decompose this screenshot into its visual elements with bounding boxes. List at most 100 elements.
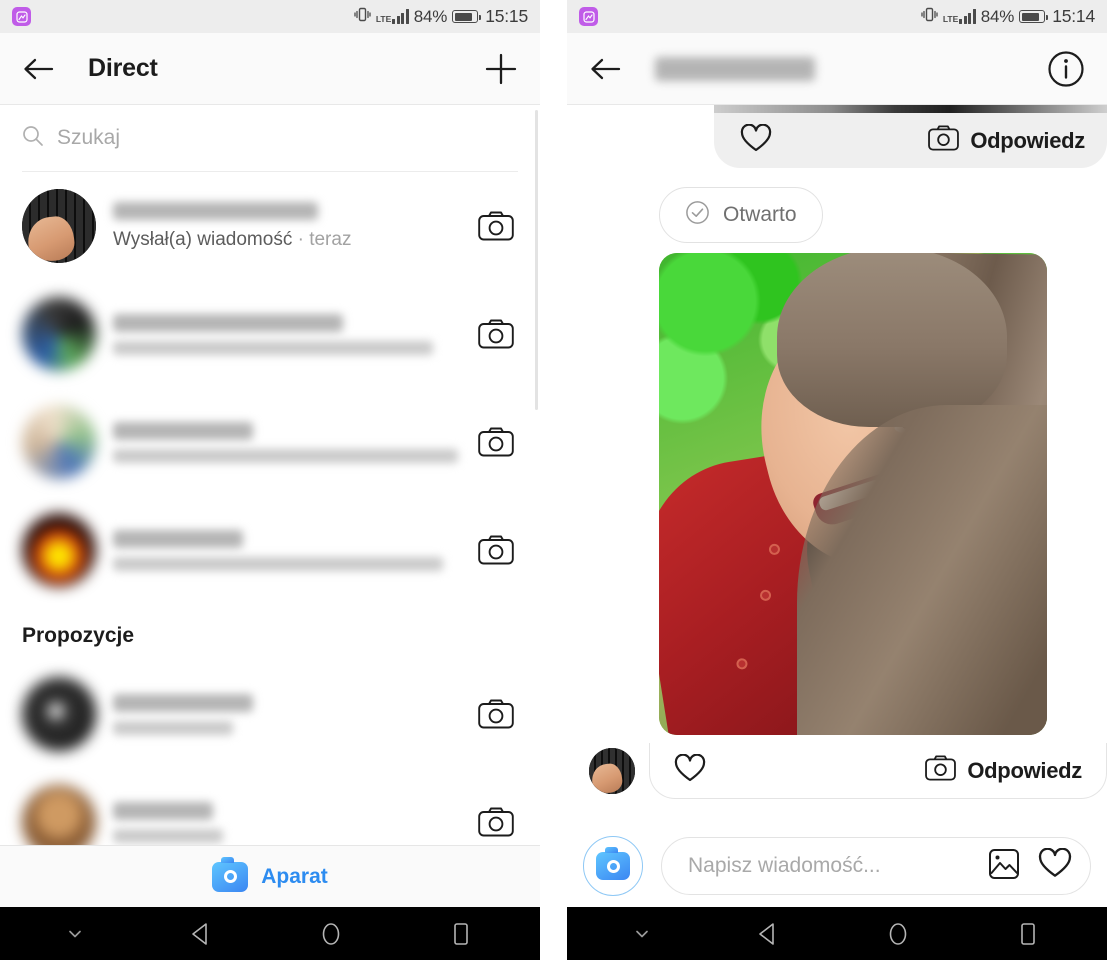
camera-icon-blue [596,847,630,880]
camera-footer-label: Aparat [261,864,328,888]
avatar[interactable] [22,189,96,263]
message-thread: Odpowiedz Otwarto Odpowiedz [567,105,1107,907]
contact-name-redacted [113,201,318,220]
search-icon [22,125,44,152]
vibrate-icon [354,6,371,28]
message-composer: Napisz wiadomość... [567,825,1107,907]
chevron-down-icon[interactable] [64,927,86,941]
message-input[interactable]: Napisz wiadomość... [661,837,1091,895]
plus-icon[interactable] [484,52,518,86]
check-circle-icon [685,200,710,230]
chevron-down-icon[interactable] [631,927,653,941]
status-bar-left-icons [12,7,31,26]
reply-label: Odpowiedz [967,757,1082,783]
status-bar-clock: 15:14 [1052,6,1095,26]
back-arrow-icon[interactable] [589,57,621,81]
message-actions-bar: Odpowiedz [649,743,1107,799]
message-input-placeholder: Napisz wiadomość... [688,854,881,877]
list-item[interactable] [0,660,540,768]
camera-icon [928,125,960,156]
avatar[interactable] [589,748,635,794]
message-actions-row: Odpowiedz [589,743,1107,799]
battery-percent-label: 84% [980,6,1015,26]
previous-message-sliver [714,105,1107,113]
list-item[interactable] [0,280,540,388]
battery-icon [1019,10,1049,23]
network-type-label: LTE [942,14,959,24]
android-nav-bar [0,907,540,960]
signal-icon: LTE [943,9,976,24]
left-phone-screen: LTE 84% 15:15 Direct Szukaj Wysłał(a) wi… [0,0,540,960]
image-icon[interactable] [988,848,1020,885]
square-recents-icon[interactable] [446,919,476,949]
contact-name-redacted [113,529,243,548]
scrollbar[interactable] [535,110,538,410]
contact-name-redacted [113,693,253,712]
composer-camera-button[interactable] [583,836,643,896]
status-badge: Otwarto [659,187,823,243]
signal-bars [392,9,409,24]
thread-app-bar [567,33,1107,105]
camera-icon[interactable] [474,807,518,837]
suggestion-text [113,693,457,735]
status-bar-left-icons [579,7,598,26]
status-bar-right-icons: LTE 84% 15:15 [354,6,528,28]
conversation-text: Wysłał(a) wiadomość · teraz [113,201,457,251]
instagram-notification-icon [579,7,598,26]
conversation-preview-redacted [113,448,458,463]
avatar[interactable] [22,405,96,479]
conversation-preview-redacted [113,340,433,355]
triangle-back-icon[interactable] [753,919,783,949]
android-nav-bar [567,907,1107,960]
status-badge-label: Otwarto [723,203,797,226]
list-item[interactable] [0,496,540,604]
search-input[interactable]: Szukaj [0,105,540,171]
camera-icon[interactable] [474,319,518,349]
instagram-notification-icon [12,7,31,26]
back-arrow-icon[interactable] [22,57,54,81]
suggestion-sub-redacted [113,720,233,735]
info-circle-icon[interactable] [1047,50,1085,88]
circle-home-icon[interactable] [316,919,346,949]
list-item[interactable]: Wysłał(a) wiadomość · teraz [0,172,540,280]
battery-icon [452,10,482,23]
search-placeholder: Szukaj [57,126,121,149]
contact-name-redacted [113,421,253,440]
reply-button[interactable]: Odpowiedz [925,755,1082,786]
camera-icon[interactable] [474,211,518,241]
network-type-label: LTE [375,14,392,24]
avatar[interactable] [22,297,96,371]
avatar[interactable] [22,513,96,587]
conversation-preview: Wysłał(a) wiadomość · teraz [113,228,352,250]
heart-icon[interactable] [674,753,706,788]
contact-name-redacted [113,801,213,820]
conversation-text [113,313,457,355]
conversation-text [113,529,457,571]
square-recents-icon[interactable] [1013,919,1043,949]
camera-icon-blue [212,856,249,892]
suggestions-header: Propozycje [22,624,135,647]
status-bar-left: LTE 84% 15:15 [0,0,540,33]
photo-hair-top [777,253,1007,427]
reply-label: Odpowiedz [970,127,1085,153]
avatar[interactable] [22,677,96,751]
screenshot-gap [540,0,567,960]
camera-icon[interactable] [474,535,518,565]
camera-icon[interactable] [474,427,518,457]
camera-footer-button[interactable]: Aparat [0,845,540,907]
circle-home-icon[interactable] [883,919,913,949]
status-bar-clock: 15:15 [485,6,528,26]
triangle-back-icon[interactable] [186,919,216,949]
signal-bars [959,9,976,24]
previous-message-actions: Odpowiedz [714,113,1107,168]
status-bar-right-icons: LTE 84% 15:14 [921,6,1095,28]
photo-message[interactable] [659,253,1047,735]
list-item[interactable] [0,388,540,496]
heart-icon[interactable] [740,123,772,158]
camera-icon[interactable] [474,699,518,729]
reply-button[interactable]: Odpowiedz [928,125,1085,156]
conversation-preview-redacted [113,556,443,571]
heart-icon[interactable] [1038,847,1072,884]
dual-screenshot-container: LTE 84% 15:15 Direct Szukaj Wysłał(a) wi… [0,0,1107,960]
battery-percent-label: 84% [413,6,448,26]
